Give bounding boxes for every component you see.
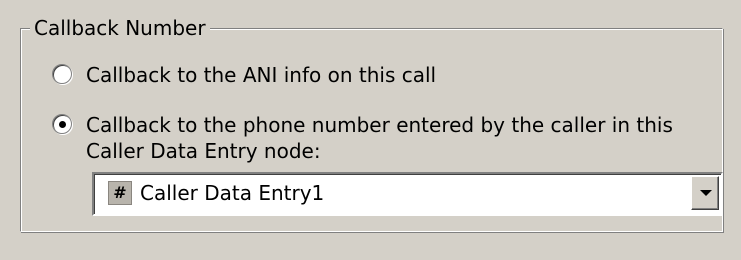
option-ani-label: Callback to the ANI info on this call: [86, 63, 437, 87]
hash-icon: #: [108, 181, 132, 205]
option-phone-number-callback[interactable]: Callback to the phone number entered by …: [52, 112, 673, 164]
chevron-down-icon: [700, 190, 712, 196]
option-phone-number-label: Callback to the phone number entered by …: [86, 112, 673, 164]
option-phone-number-label-line1: Callback to the phone number entered by …: [86, 113, 673, 137]
radio-button-phone-number[interactable]: [52, 114, 72, 134]
dropdown-toggle-button[interactable]: [691, 176, 719, 210]
option-ani-callback[interactable]: Callback to the ANI info on this call: [52, 62, 436, 88]
radio-button-ani[interactable]: [52, 64, 72, 84]
groupbox-title: Callback Number: [30, 16, 210, 40]
caller-data-entry-dropdown[interactable]: # Caller Data Entry1: [92, 172, 723, 216]
dropdown-selected-value: Caller Data Entry1: [140, 181, 325, 205]
option-phone-number-label-line2: Caller Data Entry node:: [86, 139, 321, 163]
radio-selected-dot: [59, 121, 66, 128]
